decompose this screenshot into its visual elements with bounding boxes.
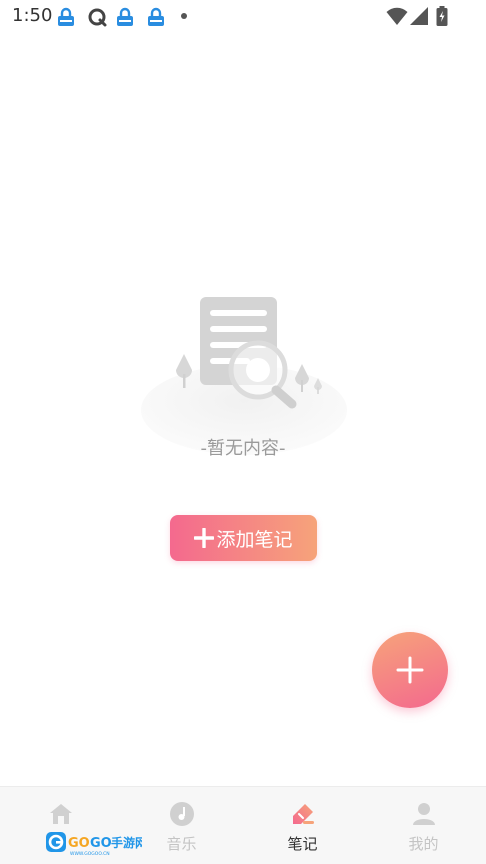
lock-notification-icon bbox=[148, 7, 164, 26]
nav-item-notes[interactable]: 笔记 bbox=[242, 787, 363, 864]
empty-state-message: -暂无内容- bbox=[200, 438, 286, 459]
notes-screen: 1:50 -暂无内容- 添加笔记 音乐 笔记 我的 GO GO 手游网 WWW.… bbox=[0, 0, 486, 864]
wifi-icon bbox=[386, 7, 408, 26]
add-note-label: 添加笔记 bbox=[216, 528, 293, 551]
plus-icon bbox=[194, 528, 215, 548]
music-icon bbox=[170, 802, 194, 826]
nav-label-notes: 笔记 bbox=[287, 835, 318, 853]
profile-icon bbox=[413, 803, 435, 825]
svg-text:GO: GO bbox=[68, 836, 90, 851]
more-notifications-dot bbox=[181, 13, 187, 19]
lock-notification-icon bbox=[117, 7, 133, 26]
nav-label-profile: 我的 bbox=[408, 835, 439, 853]
svg-text:GO: GO bbox=[90, 836, 112, 851]
nav-item-profile[interactable]: 我的 bbox=[363, 787, 484, 864]
gogo-watermark-logo: GO GO 手游网 WWW.GOGOO.CN bbox=[46, 832, 142, 856]
add-note-button[interactable]: 添加笔记 bbox=[170, 515, 317, 561]
floating-add-button[interactable] bbox=[372, 632, 448, 708]
battery-icon bbox=[436, 6, 448, 26]
status-time: 1:50 bbox=[12, 5, 53, 26]
lock-notification-icon bbox=[58, 7, 74, 26]
status-bar: 1:50 bbox=[0, 0, 486, 34]
cell-signal-icon bbox=[410, 7, 428, 25]
home-icon bbox=[50, 804, 72, 824]
svg-text:WWW.GOGOO.CN: WWW.GOGOO.CN bbox=[70, 851, 110, 856]
note-pen-icon bbox=[293, 804, 314, 824]
q-app-icon bbox=[88, 8, 107, 27]
svg-text:手游网: 手游网 bbox=[111, 835, 142, 850]
plus-icon bbox=[396, 656, 424, 684]
